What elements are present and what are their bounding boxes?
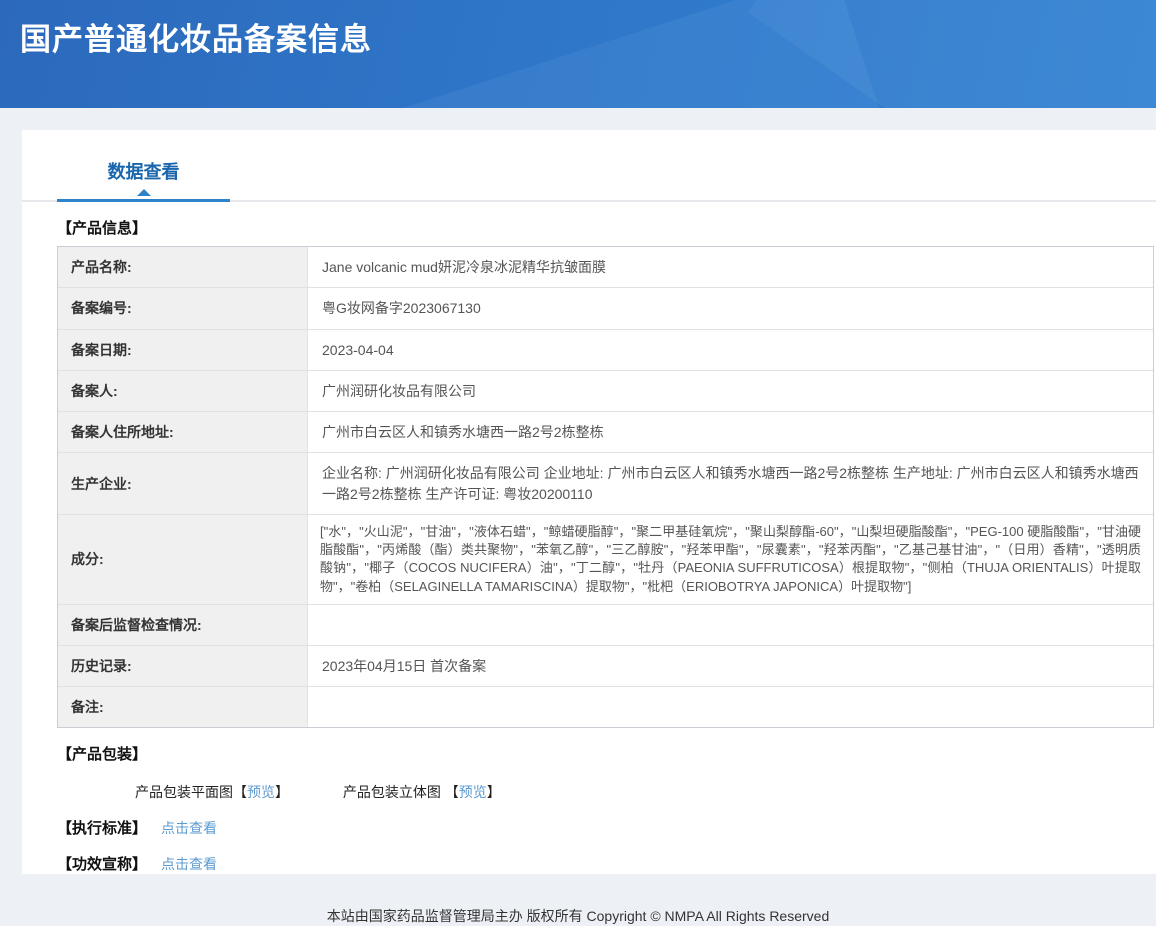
page-footer: 本站由国家药品监督管理局主办 版权所有 Copyright © NMPA All… (0, 889, 1156, 926)
product-info-table: 产品名称: Jane volcanic mud妍泥冷泉冰泥精华抗皱面膜 备案编号… (57, 246, 1154, 728)
package-flat-label: 产品包装平面图 (135, 784, 233, 800)
card-content: 【产品信息】 产品名称: Jane volcanic mud妍泥冷泉冰泥精华抗皱… (22, 217, 1156, 874)
copyright-text: 本站由国家药品监督管理局主办 版权所有 Copyright © NMPA All… (327, 908, 829, 924)
row-value-record-number: 粤G妆网备字2023067130 (308, 288, 1153, 328)
table-row: 历史记录: 2023年04月15日 首次备案 (58, 646, 1153, 687)
bracket-open: 【 (233, 784, 247, 800)
section-efficacy-claim-title: 【功效宣称】 (57, 853, 147, 874)
table-row: 备案日期: 2023-04-04 (58, 330, 1153, 371)
row-label-record-date: 备案日期: (58, 330, 308, 370)
page-title: 国产普通化妆品备案信息 (0, 0, 1156, 59)
table-row: 备案编号: 粤G妆网备字2023067130 (58, 288, 1153, 329)
row-value-product-name: Jane volcanic mud妍泥冷泉冰泥精华抗皱面膜 (308, 247, 1153, 287)
tab-data-view[interactable]: 数据查看 (57, 158, 230, 202)
row-value-ingredients: ["水"，"火山泥"，"甘油"，"液体石蜡"，"鲸蜡硬脂醇"，"聚二甲基硅氧烷"… (308, 515, 1153, 604)
tab-active-caret-icon (137, 189, 151, 196)
row-label-supervision-check: 备案后监督检查情况: (58, 605, 308, 645)
row-label-registrant-address: 备案人住所地址: (58, 412, 308, 452)
row-value-supervision-check (308, 605, 1153, 645)
table-row: 备案人: 广州润研化妆品有限公司 (58, 371, 1153, 412)
row-label-manufacturer: 生产企业: (58, 453, 308, 514)
bracket-open: 【 (445, 784, 459, 800)
row-value-manufacturer: 企业名称: 广州润研化妆品有限公司 企业地址: 广州市白云区人和镇秀水塘西一路2… (308, 453, 1153, 514)
row-value-remarks (308, 687, 1153, 727)
package-row: 产品包装平面图【预览】 产品包装立体图 【预览】 (135, 782, 1154, 802)
section-product-info-title: 【产品信息】 (57, 217, 1154, 238)
row-value-record-date: 2023-04-04 (308, 330, 1153, 370)
row-value-history: 2023年04月15日 首次备案 (308, 646, 1153, 686)
package-flat-preview-link[interactable]: 预览 (247, 784, 275, 800)
table-row: 备案人住所地址: 广州市白云区人和镇秀水塘西一路2号2栋整栋 (58, 412, 1153, 453)
table-row: 生产企业: 企业名称: 广州润研化妆品有限公司 企业地址: 广州市白云区人和镇秀… (58, 453, 1153, 515)
package-flat-item: 产品包装平面图【预览】 (135, 782, 289, 802)
package-stereo-label: 产品包装立体图 (343, 784, 441, 800)
table-row: 成分: ["水"，"火山泥"，"甘油"，"液体石蜡"，"鲸蜡硬脂醇"，"聚二甲基… (58, 515, 1153, 605)
exec-standard-row: 【执行标准】 点击查看 (57, 817, 1154, 838)
efficacy-claim-row: 【功效宣称】 点击查看 (57, 853, 1154, 874)
table-row: 产品名称: Jane volcanic mud妍泥冷泉冰泥精华抗皱面膜 (58, 247, 1153, 288)
row-label-product-name: 产品名称: (58, 247, 308, 287)
row-label-remarks: 备注: (58, 687, 308, 727)
row-value-registrant-address: 广州市白云区人和镇秀水塘西一路2号2栋整栋 (308, 412, 1153, 452)
row-label-history: 历史记录: (58, 646, 308, 686)
package-stereo-item: 产品包装立体图 【预览】 (343, 782, 501, 802)
bracket-close: 】 (275, 784, 289, 800)
section-exec-standard-title: 【执行标准】 (57, 817, 147, 838)
exec-standard-view-link[interactable]: 点击查看 (161, 818, 217, 838)
efficacy-claim-view-link[interactable]: 点击查看 (161, 854, 217, 874)
bracket-close: 】 (487, 784, 501, 800)
page-header: 国产普通化妆品备案信息 (0, 0, 1156, 108)
table-row: 备案后监督检查情况: (58, 605, 1153, 646)
tab-data-view-label: 数据查看 (108, 162, 180, 182)
row-label-record-number: 备案编号: (58, 288, 308, 328)
row-label-ingredients: 成分: (58, 515, 308, 604)
table-row: 备注: (58, 687, 1153, 727)
tab-bar: 数据查看 (22, 130, 1156, 202)
main-card: 数据查看 【产品信息】 产品名称: Jane volcanic mud妍泥冷泉冰… (22, 130, 1156, 874)
package-stereo-preview-link[interactable]: 预览 (459, 784, 487, 800)
row-label-registrant: 备案人: (58, 371, 308, 411)
section-product-package-title: 【产品包装】 (57, 743, 1154, 764)
row-value-registrant: 广州润研化妆品有限公司 (308, 371, 1153, 411)
